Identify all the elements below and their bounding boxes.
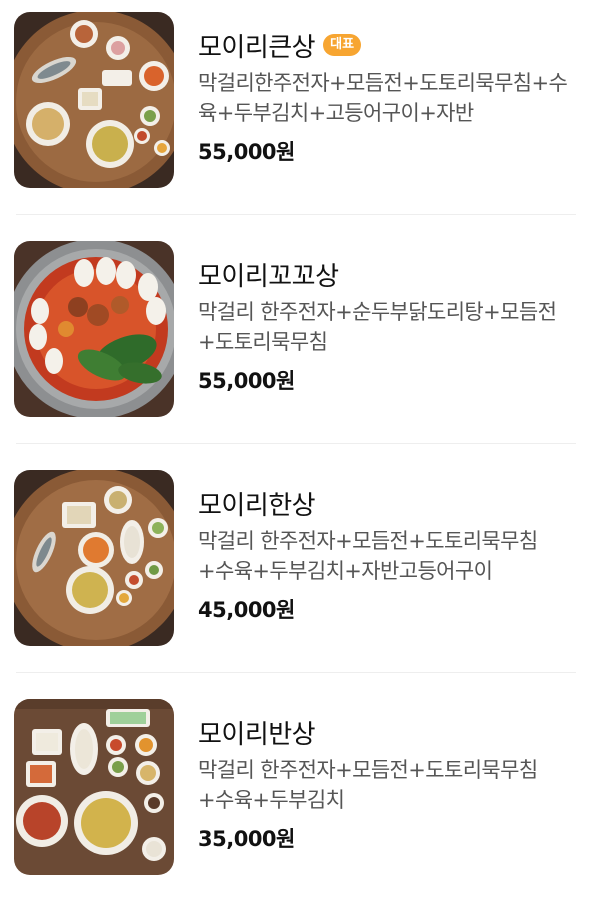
menu-item[interactable]: 모이리꼬꼬상 막걸리 한주전자+순두부닭도리탕+모듬전+도토리묵무침 55,00…: [0, 215, 592, 444]
menu-item[interactable]: 모이리반상 막걸리 한주전자+모듬전+도토리묵무침+수육+두부김치 35,000…: [0, 673, 592, 902]
menu-item-photo[interactable]: [14, 470, 174, 646]
food-table-image: [14, 699, 174, 875]
menu-item[interactable]: 모이리큰상 대표 막걸리한주전자+모듬전+도토리묵무침+수육+두부김치+고등어구…: [0, 0, 592, 215]
menu-item-info: 모이리큰상 대표 막걸리한주전자+모듬전+도토리묵무침+수육+두부김치+고등어구…: [198, 26, 576, 166]
menu-item[interactable]: 모이리한상 막걸리 한주전자+모듬전+도토리묵무침+수육+두부김치+자반고등어구…: [0, 444, 592, 673]
menu-item-photo[interactable]: [14, 699, 174, 875]
menu-item-description: 막걸리 한주전자+순두부닭도리탕+모듬전+도토리묵무침: [198, 300, 557, 354]
signature-badge: 대표: [323, 34, 362, 56]
menu-item-price: 45,000원: [198, 598, 295, 622]
menu-item-description: 막걸리 한주전자+모듬전+도토리묵무침+수육+두부김치+자반고등어구이: [198, 529, 538, 583]
menu-item-price: 35,000원: [198, 827, 295, 851]
menu-item-photo[interactable]: [14, 241, 174, 417]
menu-list: 모이리큰상 대표 막걸리한주전자+모듬전+도토리묵무침+수육+두부김치+고등어구…: [0, 0, 592, 902]
menu-item-name: 모이리한상: [198, 490, 316, 521]
food-platter-image: [14, 470, 174, 646]
menu-item-price: 55,000원: [198, 140, 295, 164]
menu-item-price: 55,000원: [198, 369, 295, 393]
menu-item-name: 모이리꼬꼬상: [198, 261, 339, 292]
menu-item-name: 모이리큰상: [198, 32, 316, 63]
menu-item-photo[interactable]: [14, 12, 174, 188]
menu-item-title-row: 모이리반상: [198, 713, 576, 751]
menu-item-info: 모이리꼬꼬상 막걸리 한주전자+순두부닭도리탕+모듬전+도토리묵무침 55,00…: [198, 255, 576, 395]
stew-pot-image: [14, 241, 174, 417]
menu-item-info: 모이리반상 막걸리 한주전자+모듬전+도토리묵무침+수육+두부김치 35,000…: [198, 713, 576, 853]
menu-item-name: 모이리반상: [198, 719, 316, 750]
menu-item-title-row: 모이리큰상 대표: [198, 26, 576, 64]
menu-item-info: 모이리한상 막걸리 한주전자+모듬전+도토리묵무침+수육+두부김치+자반고등어구…: [198, 484, 576, 624]
menu-item-title-row: 모이리한상: [198, 484, 576, 522]
menu-item-title-row: 모이리꼬꼬상: [198, 255, 576, 293]
food-platter-image: [14, 12, 174, 188]
menu-item-description: 막걸리한주전자+모듬전+도토리묵무침+수육+두부김치+고등어구이+자반: [198, 71, 568, 125]
menu-item-description: 막걸리 한주전자+모듬전+도토리묵무침+수육+두부김치: [198, 758, 538, 812]
